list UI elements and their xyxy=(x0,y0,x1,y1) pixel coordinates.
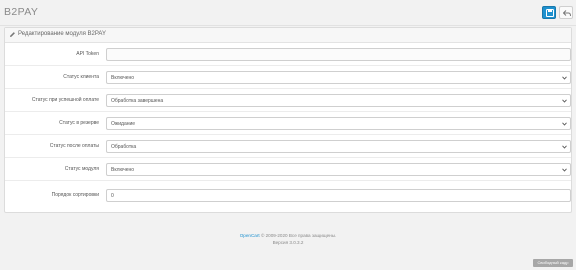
page-title: B2PAY xyxy=(4,6,39,18)
cancel-button[interactable] xyxy=(559,6,573,19)
success-status-select[interactable]: Обработка завершена xyxy=(106,94,571,107)
after-payment-status-select[interactable]: Обработка xyxy=(106,140,571,153)
reserve-status-label: Статус в резерве xyxy=(59,120,99,126)
sort-order-label: Порядок сортировки xyxy=(51,192,99,198)
sort-order-value: 0 xyxy=(111,193,114,199)
footer-copyright: © 2009-2020 Все права защищены. xyxy=(260,233,337,238)
reply-icon xyxy=(563,10,571,17)
form-row-api-token: API Token xyxy=(5,44,571,66)
chevron-down-icon xyxy=(562,145,567,149)
footer: OpenCart © 2009-2020 Все права защищены.… xyxy=(0,232,576,246)
reserve-status-select[interactable]: Ожидание xyxy=(106,117,571,130)
save-icon xyxy=(546,9,554,17)
pencil-icon xyxy=(10,32,15,37)
module-status-select[interactable]: Включено xyxy=(106,163,571,176)
module-status-value: Включено xyxy=(111,167,135,173)
success-status-value: Обработка завершена xyxy=(111,98,164,104)
page-header: B2PAY xyxy=(0,0,576,26)
save-button[interactable] xyxy=(542,6,556,19)
panel-heading: Редактирование модуля B2PAY xyxy=(5,28,571,43)
sort-order-input[interactable]: 0 xyxy=(106,189,571,202)
client-status-select[interactable]: Включено xyxy=(106,71,571,84)
form-row-reserve-status: Статус в резерве Ожидание xyxy=(5,113,571,135)
client-status-value: Включено xyxy=(111,75,135,81)
client-status-label: Статус клиента xyxy=(63,74,99,80)
module-status-label: Статус модуля xyxy=(64,166,99,172)
form-row-module-status: Статус модуля Включено xyxy=(5,159,571,181)
form-row-success-status: Статус при успешной оплате Обработка зав… xyxy=(5,90,571,112)
api-token-label: API Token xyxy=(76,51,99,57)
footer-brand-link[interactable]: OpenCart xyxy=(240,233,260,238)
chevron-down-icon xyxy=(562,76,567,80)
success-status-label: Статус при успешной оплате xyxy=(31,97,99,103)
settings-panel: Редактирование модуля B2PAY API Token Ст… xyxy=(4,27,572,213)
chevron-down-icon xyxy=(562,99,567,103)
after-payment-status-value: Обработка xyxy=(111,144,137,150)
chevron-down-icon xyxy=(562,122,567,126)
chevron-down-icon xyxy=(562,168,567,172)
after-payment-status-label: Статус после оплаты xyxy=(49,143,99,149)
reserve-status-value: Ожидание xyxy=(111,121,136,127)
form-row-client-status: Статус клиента Включено xyxy=(5,67,571,89)
footer-version: Версия 3.0.3.2 xyxy=(272,240,304,245)
form-row-sort-order: Порядок сортировки 0 xyxy=(5,185,571,207)
watermark: Свободный кадр xyxy=(533,259,573,267)
api-token-input[interactable] xyxy=(106,48,571,61)
panel-title: Редактирование модуля B2PAY xyxy=(18,31,106,37)
form-row-after-payment-status: Статус после оплаты Обработка xyxy=(5,136,571,158)
